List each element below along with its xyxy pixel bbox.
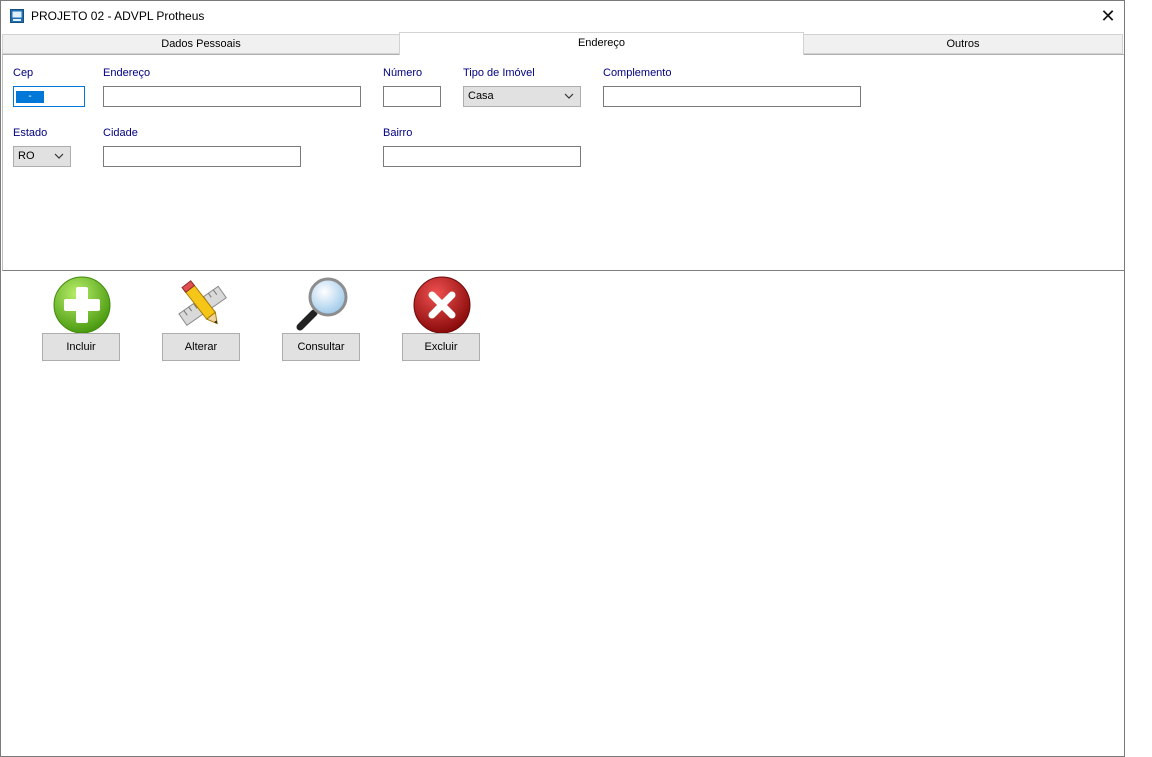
add-icon xyxy=(53,276,111,334)
tab-bar: Dados Pessoais Endereço Outros xyxy=(2,32,1123,55)
consultar-button[interactable]: Consultar xyxy=(282,333,360,361)
cidade-input[interactable] xyxy=(103,146,301,167)
endereco-label: Endereço xyxy=(103,67,151,79)
chevron-down-icon xyxy=(564,93,574,99)
excluir-tool: Excluir xyxy=(402,275,482,363)
tab-endereco[interactable]: Endereço xyxy=(399,32,804,55)
consultar-tool: Consultar xyxy=(282,275,362,363)
tipo-imovel-label: Tipo de Imóvel xyxy=(463,67,535,79)
pencil-ruler-icon xyxy=(178,280,227,327)
tab-dados-pessoais[interactable]: Dados Pessoais xyxy=(2,34,400,54)
excluir-button[interactable]: Excluir xyxy=(402,333,480,361)
title-bar: PROJETO 02 - ADVPL Protheus ✕ xyxy=(1,1,1124,32)
cep-label: Cep xyxy=(13,67,34,79)
chevron-down-icon xyxy=(54,153,64,159)
tipo-imovel-value: Casa xyxy=(468,90,494,102)
app-window: PROJETO 02 - ADVPL Protheus ✕ Dados Pess… xyxy=(0,0,1125,757)
window-title: PROJETO 02 - ADVPL Protheus xyxy=(31,9,205,23)
estado-label: Estado xyxy=(13,127,48,139)
bairro-label: Bairro xyxy=(383,127,413,139)
alterar-tool: Alterar xyxy=(162,275,242,363)
magnifier-icon xyxy=(296,277,348,331)
tipo-imovel-select[interactable]: Casa xyxy=(463,86,581,107)
alterar-button[interactable]: Alterar xyxy=(162,333,240,361)
incluir-button[interactable]: Incluir xyxy=(42,333,120,361)
complemento-label: Complemento xyxy=(603,67,672,79)
address-panel: Cep - Endereço Número Tipo de Imóvel Cas… xyxy=(2,54,1124,271)
estado-select[interactable]: RO xyxy=(13,146,71,167)
estado-value: RO xyxy=(18,150,35,162)
bairro-input[interactable] xyxy=(383,146,581,167)
endereco-input[interactable] xyxy=(103,86,361,107)
app-icon xyxy=(10,9,24,23)
close-icon[interactable]: ✕ xyxy=(1098,7,1118,27)
delete-icon xyxy=(413,276,471,334)
complemento-input[interactable] xyxy=(603,86,861,107)
tab-outros[interactable]: Outros xyxy=(803,34,1123,54)
cep-selection: - xyxy=(16,91,44,103)
cidade-label: Cidade xyxy=(103,127,138,139)
cep-input[interactable]: - xyxy=(13,86,85,107)
numero-label: Número xyxy=(383,67,423,79)
numero-input[interactable] xyxy=(383,86,441,107)
incluir-tool: Incluir xyxy=(42,275,122,363)
